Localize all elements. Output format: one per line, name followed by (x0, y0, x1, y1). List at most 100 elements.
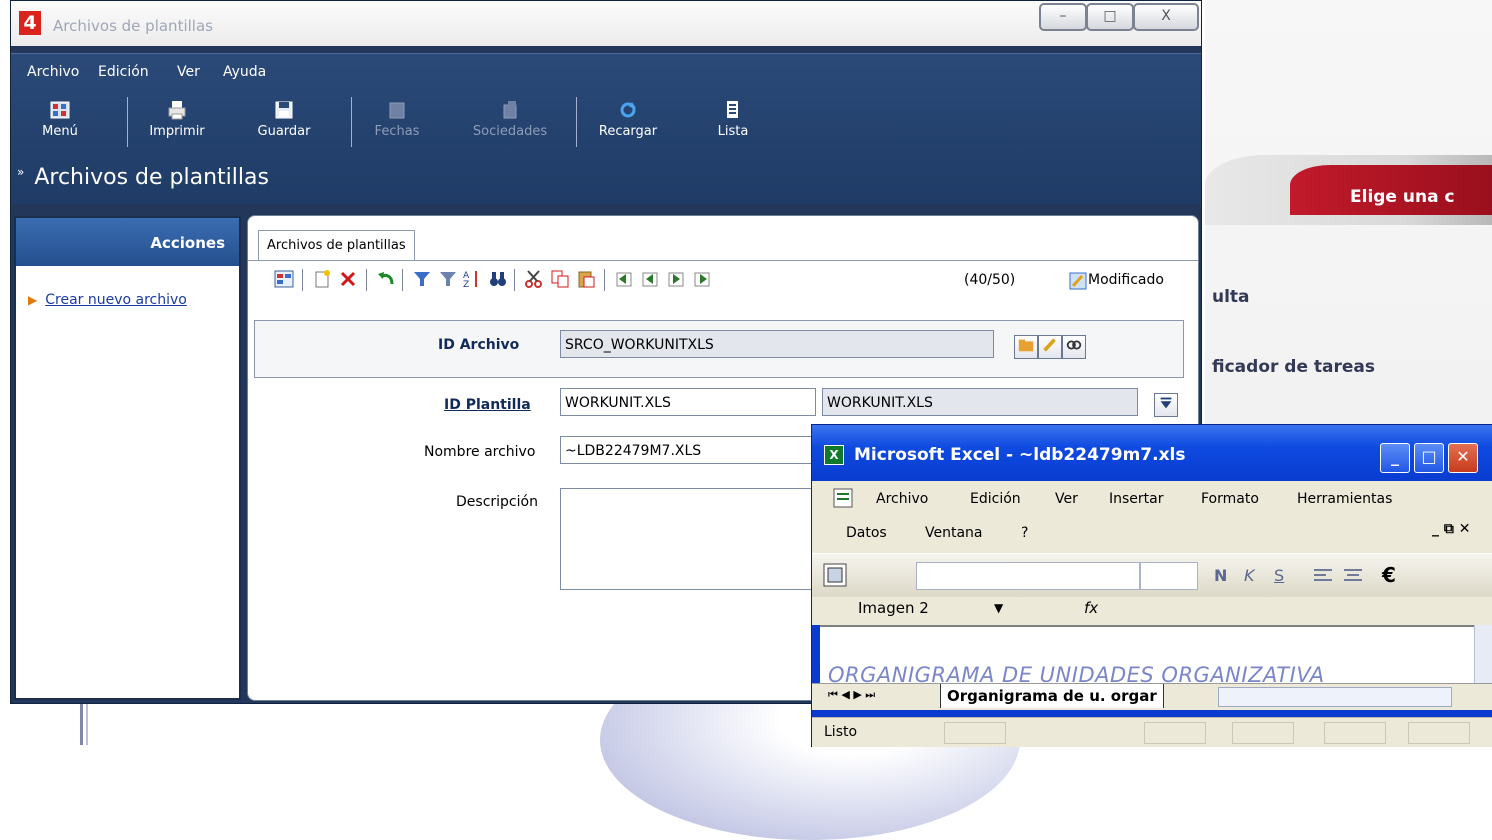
excel-formula-bar: Imagen 2 ▼ fx (812, 597, 1492, 625)
next-record-icon[interactable] (666, 269, 686, 289)
background-banner-text: Elige una c (1350, 187, 1455, 207)
excel-window: X Microsoft Excel - ~ldb22479m7.xls _ □ … (811, 424, 1492, 747)
background-item-1[interactable]: ulta (1212, 287, 1250, 307)
menu-ayuda[interactable]: Ayuda (223, 64, 266, 80)
binoculars-icon[interactable] (488, 269, 508, 289)
sheet-nav-icons[interactable]: ⏮ ◀ ▶ ⏭ (828, 688, 875, 702)
actions-sidebar: Acciones ▶ Crear nuevo archivo (14, 216, 241, 700)
new-record-icon[interactable] (312, 269, 332, 289)
underline-button[interactable]: S (1274, 566, 1284, 585)
grid-icon[interactable] (274, 269, 294, 289)
sheet-tab-organigrama[interactable]: Organigrama de u. orgar (940, 684, 1164, 708)
status-cell (1408, 722, 1470, 744)
menu-ver[interactable]: Ver (177, 64, 200, 80)
excel-menu-formato[interactable]: Formato (1201, 491, 1259, 507)
toolbar-save-button[interactable]: Guardar (253, 100, 315, 139)
excel-doc-icon[interactable] (832, 487, 854, 509)
filter-remove-icon[interactable] (438, 269, 458, 289)
excel-toolbar-icon[interactable] (822, 562, 848, 588)
excel-menu-datos[interactable]: Datos (846, 525, 887, 541)
previous-record-icon[interactable] (640, 269, 660, 289)
excel-menu-help[interactable]: ? (1021, 525, 1028, 541)
cut-icon[interactable] (524, 269, 544, 289)
id-archivo-field[interactable]: SRCO_WORKUNITXLS (560, 330, 994, 358)
paste-icon[interactable] (576, 269, 596, 289)
excel-menu-archivo[interactable]: Archivo (876, 491, 928, 507)
toolbar-print-label: Imprimir (149, 124, 205, 139)
excel-close-button[interactable]: ✕ (1448, 443, 1478, 473)
sidebar-header: Acciones (16, 218, 239, 266)
horizontal-scrollbar[interactable] (1218, 687, 1452, 707)
function-icon[interactable]: fx (1084, 599, 1098, 617)
link-file-button[interactable] (1062, 335, 1086, 359)
excel-sheet-area[interactable]: ORGANIGRAMA DE UNIDADES ORGANIZATIVA (820, 625, 1474, 687)
excel-font-combo[interactable] (916, 562, 1140, 590)
background-item-2[interactable]: ficador de tareas (1212, 357, 1375, 377)
toolbar-menu-label: Menú (42, 124, 78, 139)
currency-button[interactable]: € (1382, 563, 1396, 587)
window-title: Archivos de plantillas (53, 17, 213, 35)
excel-menu-ventana[interactable]: Ventana (925, 525, 983, 541)
menu-archivo[interactable]: Archivo (27, 64, 79, 80)
excel-maximize-button[interactable]: □ (1414, 443, 1444, 473)
toolbar-separator (302, 269, 303, 291)
vertical-scrollbar[interactable] (1474, 625, 1492, 683)
background-divider (80, 700, 83, 745)
maximize-button[interactable]: □ (1086, 3, 1134, 31)
excel-status-text: Listo (824, 724, 858, 740)
align-left-icon[interactable] (1312, 566, 1334, 586)
excel-name-box[interactable]: Imagen 2 (858, 599, 929, 617)
edit-pencil-icon (1069, 272, 1087, 290)
play-arrow-icon: ▶ (28, 293, 38, 307)
tab-archivos-plantillas[interactable]: Archivos de plantillas (258, 230, 415, 261)
undo-icon[interactable] (376, 269, 396, 289)
sort-icon[interactable]: AZ (462, 269, 482, 289)
title-bar[interactable]: 4 Archivos de plantillas – □ X (11, 1, 1201, 46)
descripcion-label: Descripción (456, 494, 538, 510)
printer-icon (168, 101, 186, 120)
background-banner: Elige una c (1290, 165, 1492, 215)
chevron-down-icon[interactable]: ▼ (994, 601, 1003, 615)
template-dropdown-button[interactable] (1154, 393, 1178, 417)
toolbar-dates-button[interactable]: Fechas (368, 100, 426, 139)
sidebar-item-label[interactable]: Crear nuevo archivo (45, 292, 187, 308)
sidebar-header-text: Acciones (150, 234, 225, 252)
toolbar-companies-button[interactable]: Sociedades (463, 100, 557, 139)
excel-format-toolbar: N K S € (812, 553, 1492, 598)
nombre-archivo-field[interactable]: ~LDB22479M7.XLS (560, 436, 816, 464)
toolbar-separator (351, 97, 352, 147)
id-plantilla-label[interactable]: ID Plantilla (444, 397, 531, 413)
last-record-icon[interactable] (692, 269, 712, 289)
excel-menu-edicion[interactable]: Edición (970, 491, 1021, 507)
open-file-button[interactable] (1014, 335, 1038, 359)
id-plantilla-field[interactable]: WORKUNIT.XLS (560, 388, 816, 416)
close-button[interactable]: X (1133, 3, 1199, 31)
excel-title-bar[interactable]: X Microsoft Excel - ~ldb22479m7.xls _ □ … (812, 425, 1492, 481)
filter-icon[interactable] (412, 269, 432, 289)
copy-icon[interactable] (550, 269, 570, 289)
excel-menu-ver[interactable]: Ver (1055, 491, 1078, 507)
bold-button[interactable]: N (1214, 566, 1227, 585)
menu-edicion[interactable]: Edición (98, 64, 149, 80)
excel-doc-controls[interactable]: _ ⧉ ✕ (1432, 521, 1470, 537)
excel-size-combo[interactable] (1140, 562, 1198, 590)
link-icon (1066, 340, 1082, 350)
toolbar-dates-label: Fechas (374, 124, 420, 139)
toolbar-separator (127, 97, 128, 147)
toolbar-print-button[interactable]: Imprimir (143, 100, 211, 139)
excel-menu-insertar[interactable]: Insertar (1109, 491, 1164, 507)
toolbar-list-button[interactable]: Lista (709, 100, 757, 139)
sidebar-item-create-file[interactable]: ▶ Crear nuevo archivo (28, 292, 187, 308)
toolbar-reload-button[interactable]: Recargar (588, 100, 668, 139)
italic-button[interactable]: K (1244, 566, 1255, 585)
descripcion-textarea[interactable] (560, 488, 840, 590)
toolbar-companies-label: Sociedades (472, 124, 548, 139)
excel-minimize-button[interactable]: _ (1380, 443, 1410, 473)
align-center-icon[interactable] (1342, 566, 1364, 586)
edit-file-button[interactable] (1038, 335, 1062, 359)
excel-menu-herramientas[interactable]: Herramientas (1297, 491, 1392, 507)
first-record-icon[interactable] (614, 269, 634, 289)
delete-icon[interactable] (338, 269, 358, 289)
minimize-button[interactable]: – (1039, 3, 1087, 31)
toolbar-menu-button[interactable]: Menú (33, 100, 87, 139)
